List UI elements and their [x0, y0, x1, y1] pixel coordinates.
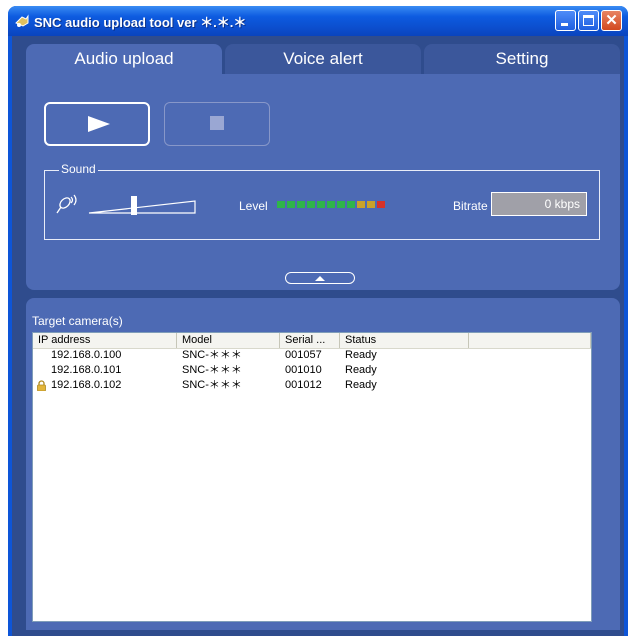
tab-audio-upload[interactable]: Audio upload [26, 44, 222, 74]
level-label: Level [239, 199, 268, 213]
bitrate-value: 0 kbps [491, 192, 587, 216]
column-header-empty[interactable] [469, 333, 591, 348]
window-client: Audio upload Voice alert Setting Sound L… [12, 36, 624, 636]
cell-model: SNC-＊＊＊ [182, 379, 242, 391]
stop-icon [210, 116, 224, 130]
table-row[interactable]: 192.168.0.101 SNC-＊＊＊ 001010 Ready [33, 363, 591, 378]
cell-ip: 192.168.0.101 [51, 364, 122, 376]
volume-slider[interactable] [87, 193, 197, 217]
cell-status: Ready [345, 379, 377, 391]
microphone-icon [56, 194, 77, 214]
collapse-button[interactable] [285, 272, 355, 284]
level-segment [377, 201, 385, 208]
cell-serial: 001010 [285, 364, 322, 376]
target-panel: Target camera(s) IP address Model Serial… [26, 298, 620, 630]
app-icon [15, 14, 29, 27]
bitrate-label: Bitrate [453, 199, 488, 213]
level-segment [287, 201, 295, 208]
level-segment [277, 201, 285, 208]
cell-serial: 001057 [285, 349, 322, 361]
level-segment [367, 201, 375, 208]
column-header-model[interactable]: Model [177, 333, 280, 348]
table-row[interactable]: 192.168.0.100 SNC-＊＊＊ 001057 Ready [33, 348, 591, 363]
column-header-serial[interactable]: Serial ... [280, 333, 340, 348]
camera-list[interactable]: IP address Model Serial ... Status 192.1… [32, 332, 592, 622]
minimize-icon [561, 23, 568, 26]
sound-legend: Sound [59, 162, 98, 176]
close-button[interactable]: ✕ [601, 10, 622, 31]
table-row[interactable]: 192.168.0.102 SNC-＊＊＊ 001012 Ready [33, 378, 591, 393]
level-segment [297, 201, 305, 208]
maximize-button[interactable] [578, 10, 599, 31]
column-header-status[interactable]: Status [340, 333, 469, 348]
audio-upload-panel: Sound Level Bitrate 0 kbps [26, 74, 620, 290]
play-icon [88, 116, 110, 132]
level-segment [347, 201, 355, 208]
list-header: IP address Model Serial ... Status [33, 333, 591, 349]
level-segment [307, 201, 315, 208]
lock-icon [37, 380, 46, 391]
cell-ip-text: 192.168.0.102 [51, 379, 122, 391]
tab-voice-alert[interactable]: Voice alert [225, 44, 421, 74]
cell-status: Ready [345, 364, 377, 376]
title-bar[interactable]: SNC audio upload tool ver ＊.＊.＊ ✕ [8, 6, 628, 36]
cell-serial: 001012 [285, 379, 322, 391]
column-header-ip[interactable]: IP address [33, 333, 177, 348]
close-icon: ✕ [605, 12, 618, 29]
cell-model: SNC-＊＊＊ [182, 349, 242, 361]
app-window: SNC audio upload tool ver ＊.＊.＊ ✕ Audio … [8, 6, 628, 636]
play-button[interactable] [44, 102, 150, 146]
level-segment [337, 201, 345, 208]
level-segment [327, 201, 335, 208]
level-segment [317, 201, 325, 208]
level-segment [357, 201, 365, 208]
tab-setting[interactable]: Setting [424, 44, 620, 74]
maximize-icon [583, 15, 594, 26]
cell-status: Ready [345, 349, 377, 361]
cell-model: SNC-＊＊＊ [182, 364, 242, 376]
window-title: SNC audio upload tool ver ＊.＊.＊ [34, 15, 247, 30]
sound-group: Sound Level Bitrate 0 kbps [44, 162, 600, 240]
cell-ip-locked: 192.168.0.102 [33, 378, 177, 393]
level-meter [277, 201, 385, 208]
cell-ip: 192.168.0.100 [51, 349, 122, 361]
minimize-button[interactable] [555, 10, 576, 31]
target-cameras-label: Target camera(s) [32, 314, 123, 328]
chevron-up-icon [315, 276, 325, 281]
stop-button[interactable] [164, 102, 270, 146]
